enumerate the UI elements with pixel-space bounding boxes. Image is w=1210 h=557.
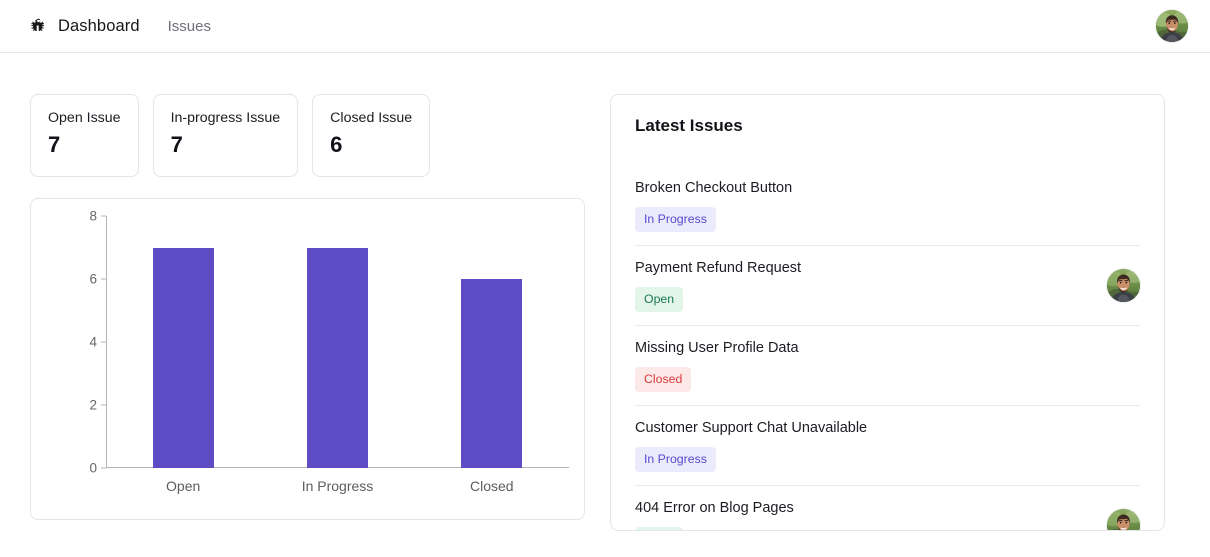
issue-main: Customer Support Chat Unavailable In Prog…	[635, 418, 1095, 472]
status-badge: Closed	[635, 367, 692, 392]
chart-bar-slot: Open	[106, 216, 260, 494]
chart-y-tick: 8	[89, 208, 97, 224]
right-column: Latest Issues Broken Checkout Button In P…	[610, 53, 1196, 531]
stat-label: Closed Issue	[330, 110, 413, 126]
issue-row[interactable]: 404 Error on Blog Pages Open	[635, 486, 1140, 530]
stat-value: 6	[330, 132, 343, 157]
issue-main: Broken Checkout Button In Progress	[635, 178, 1095, 232]
stat-card-closed: Closed Issue 6	[312, 94, 431, 177]
chart-x-tick-label: Closed	[470, 478, 514, 494]
issue-row[interactable]: Missing User Profile Data Closed	[635, 326, 1140, 406]
stat-value: 7	[48, 132, 61, 157]
issue-main: 404 Error on Blog Pages Open	[635, 498, 1095, 530]
issue-main: Missing User Profile Data Closed	[635, 338, 1095, 392]
brand-dashboard-link[interactable]: Dashboard	[58, 17, 140, 36]
stat-card-in-progress: In-progress Issue 7	[152, 94, 299, 177]
issues-bar-chart-card: 0 2 4 6 8 Open In Progress Closed	[30, 198, 585, 520]
chart-bars-group: Open In Progress Closed	[106, 216, 569, 494]
stat-label: In-progress Issue	[170, 110, 281, 126]
navbar-left-group: Dashboard Issues	[28, 16, 211, 36]
page-body: Open Issue 7 In-progress Issue 7 Closed …	[0, 53, 1210, 531]
user-avatar[interactable]	[1156, 10, 1188, 42]
chart-bar-slot: In Progress	[260, 216, 414, 494]
assignee-avatar[interactable]	[1107, 508, 1140, 530]
issue-title[interactable]: Payment Refund Request	[635, 258, 1095, 278]
chart-y-tick: 2	[89, 397, 97, 413]
chart-plot: 0 2 4 6 8 Open In Progress Closed	[89, 209, 569, 494]
bug-icon	[28, 16, 48, 36]
chart-x-tick-label: Open	[166, 478, 201, 494]
chart-bar[interactable]	[152, 247, 214, 468]
stat-cards: Open Issue 7 In-progress Issue 7 Closed …	[30, 94, 586, 177]
chart-y-tick: 4	[89, 334, 97, 350]
stat-value: 7	[170, 132, 183, 157]
issue-title[interactable]: Customer Support Chat Unavailable	[635, 418, 1095, 438]
top-navbar: Dashboard Issues	[0, 0, 1210, 53]
chart-x-tick-label: In Progress	[301, 478, 374, 494]
status-badge: Open	[635, 287, 684, 312]
panel-title: Latest Issues	[635, 116, 743, 135]
chart-bar-slot: Closed	[415, 216, 569, 494]
stat-card-open: Open Issue 7	[30, 94, 139, 177]
assignee-avatar[interactable]	[1107, 268, 1140, 302]
status-badge: In Progress	[635, 447, 716, 472]
navbar-right-group	[1156, 10, 1188, 42]
chart-y-tick: 0	[89, 460, 97, 476]
latest-issues-panel: Latest Issues Broken Checkout Button In P…	[610, 94, 1165, 531]
chart-y-tick: 6	[89, 271, 97, 287]
chart-bar[interactable]	[306, 247, 368, 468]
issue-assignee-slot	[1107, 268, 1140, 302]
status-badge: Open	[635, 527, 684, 530]
nav-link-issues[interactable]: Issues	[168, 18, 211, 35]
stat-label: Open Issue	[48, 110, 121, 126]
issue-title[interactable]: Missing User Profile Data	[635, 338, 1095, 358]
issue-row[interactable]: Payment Refund Request Open	[635, 246, 1140, 326]
chart-area: 0 2 4 6 8 Open In Progress Closed	[31, 199, 584, 519]
issue-row[interactable]: Broken Checkout Button In Progress	[635, 166, 1140, 246]
issue-main: Payment Refund Request Open	[635, 258, 1095, 312]
issue-list: Broken Checkout Button In Progress Payment…	[611, 166, 1164, 530]
chart-bar[interactable]	[461, 279, 523, 468]
issue-title[interactable]: 404 Error on Blog Pages	[635, 498, 1095, 518]
left-column: Open Issue 7 In-progress Issue 7 Closed …	[0, 53, 586, 520]
issue-row[interactable]: Customer Support Chat Unavailable In Prog…	[635, 406, 1140, 486]
status-badge: In Progress	[635, 207, 716, 232]
issue-assignee-slot	[1107, 508, 1140, 530]
issue-title[interactable]: Broken Checkout Button	[635, 178, 1095, 198]
